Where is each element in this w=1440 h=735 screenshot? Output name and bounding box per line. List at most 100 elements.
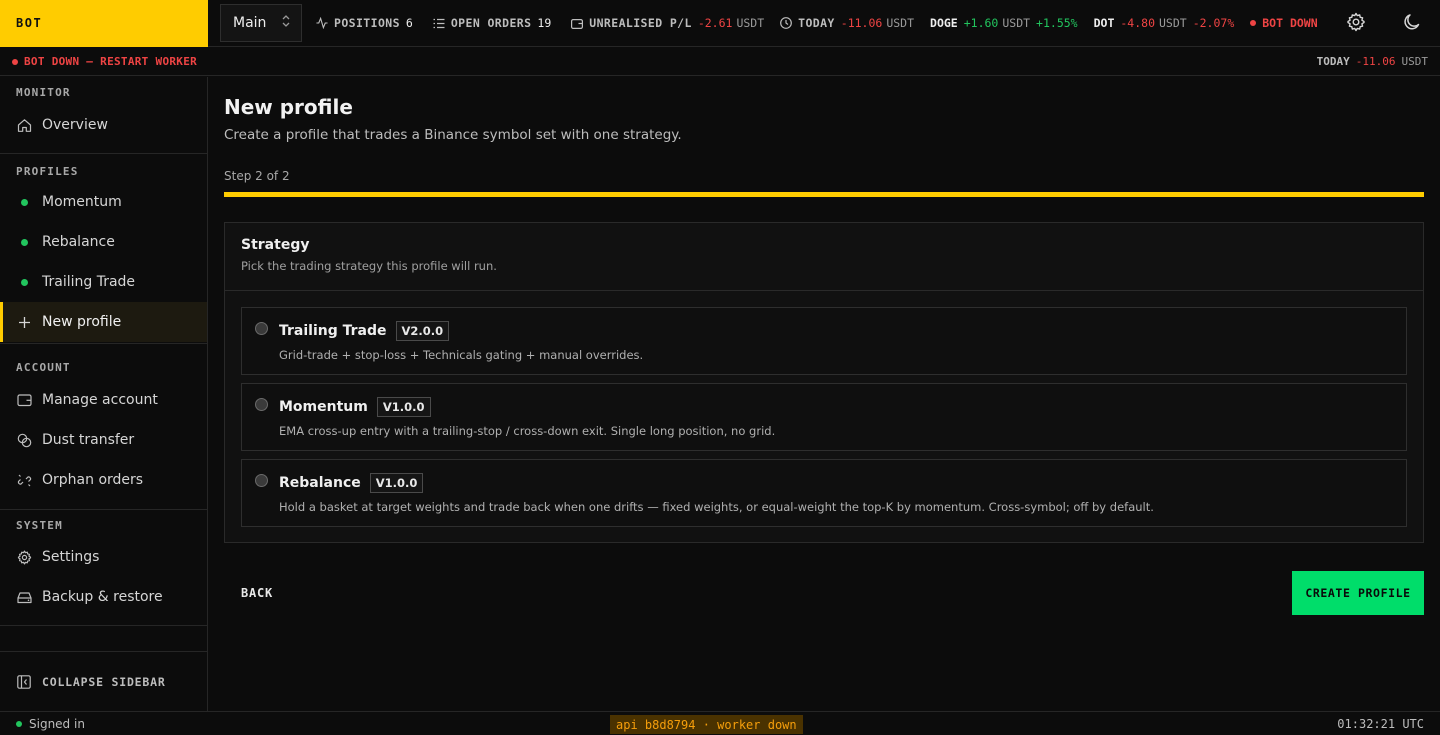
stat-today-label: TODAY (798, 16, 835, 30)
step-indicator: Step 2 of 2 (224, 169, 290, 183)
alert-dot-icon (12, 58, 18, 65)
strategy-option-description: EMA cross-up entry with a trailing-stop … (279, 424, 776, 438)
strategy-card-header: Strategy Pick the trading strategy this … (225, 223, 1423, 291)
sidebar-item-trailing-trade[interactable]: Trailing Trade (0, 262, 207, 302)
gear-icon (1346, 12, 1366, 36)
strategy-card-description: Pick the trading strategy this profile w… (241, 259, 497, 273)
restart-worker-alert[interactable]: BOT DOWN — RESTART WORKER (12, 55, 197, 68)
strategy-option-description: Hold a basket at target weights and trad… (279, 500, 1154, 514)
strategy-card: Strategy Pick the trading strategy this … (224, 222, 1424, 543)
section-title-system: SYSTEM (16, 519, 63, 532)
status-dot-icon (1250, 20, 1257, 26)
sidebar-item-label: Overview (42, 117, 108, 133)
divider (0, 153, 207, 154)
section-title-monitor: MONITOR (16, 86, 71, 99)
ticker-doge[interactable]: DOGE +1.60 USDT +1.55% (930, 16, 1078, 30)
status-dot-icon (16, 720, 22, 727)
sidebar-item-settings[interactable]: Settings (0, 537, 207, 577)
version-badge: V1.0.0 (369, 473, 424, 493)
status-dot-icon (16, 234, 32, 250)
sidebar: MONITOR Overview PROFILES Momentum Rebal… (0, 77, 208, 711)
ticker-dot[interactable]: DOT -4.80 USDT -2.07% (1094, 16, 1235, 30)
ticker-dot-value: -4.80 (1120, 16, 1155, 30)
theme-toggle-button[interactable] (1384, 0, 1440, 47)
stat-positions-value: 6 (405, 16, 413, 30)
sidebar-item-dust-transfer[interactable]: Dust transfer (0, 420, 207, 460)
alert-bar: BOT DOWN — RESTART WORKER TODAY -11.06 U… (0, 48, 1440, 76)
ticker-doge-unit: USDT (1002, 16, 1031, 30)
sidebar-item-manage-account[interactable]: Manage account (0, 380, 207, 420)
collapse-sidebar-label: COLLAPSE SIDEBAR (42, 674, 166, 689)
sidebar-collapse-icon (16, 674, 32, 690)
sidebar-item-label: Dust transfer (42, 432, 135, 448)
stat-today[interactable]: TODAY -11.06 USDT (780, 16, 914, 30)
sidebar-item-label: Trailing Trade (42, 274, 136, 290)
moon-icon (1402, 12, 1422, 36)
radio-button[interactable] (255, 398, 268, 411)
radio-button[interactable] (255, 322, 268, 335)
section-title-profiles: PROFILES (16, 165, 79, 178)
section-title-account: ACCOUNT (16, 361, 71, 374)
stat-open-orders[interactable]: OPEN ORDERS 19 (433, 16, 555, 30)
sidebar-item-overview[interactable]: Overview (0, 105, 207, 145)
strategy-option-momentum[interactable]: Momentum V1.0.0 EMA cross-up entry with … (241, 383, 1407, 451)
ticker-dot-symbol: DOT (1093, 16, 1115, 30)
plus-icon (16, 314, 32, 330)
version-badge: V1.0.0 (376, 397, 431, 417)
sidebar-item-label: New profile (42, 314, 122, 330)
stat-open-orders-label: OPEN ORDERS (450, 16, 532, 30)
stat-today-value: -11.06 (840, 16, 883, 30)
home-icon (16, 117, 32, 133)
gear-icon (16, 549, 32, 565)
coins-icon (16, 432, 32, 448)
bot-status[interactable]: BOT DOWN (1250, 16, 1318, 30)
sidebar-item-rebalance[interactable]: Rebalance (0, 222, 207, 262)
chevron-updown-icon (281, 14, 291, 32)
settings-button[interactable] (1328, 0, 1384, 47)
stat-today-unit: USDT (886, 16, 915, 30)
sidebar-item-label: Momentum (42, 194, 122, 210)
stat-positions[interactable]: POSITIONS 6 (316, 16, 417, 30)
sidebar-item-orphan-orders[interactable]: Orphan orders (0, 460, 207, 500)
strategy-option-name: Rebalance (279, 475, 361, 491)
stat-unrealised[interactable]: UNREALISED P/L -2.61 USDT (571, 16, 764, 30)
sidebar-item-label: Manage account (42, 392, 158, 408)
alert-message: BOT DOWN — RESTART WORKER (24, 55, 198, 68)
step-progress-fill (224, 192, 1424, 197)
stat-unrealised-value: -2.61 (697, 16, 733, 30)
top-actions (1328, 0, 1440, 47)
alert-today-label: TODAY (1316, 55, 1350, 68)
strategy-option-trailing-trade[interactable]: Trailing Trade V2.0.0 Grid-trade + stop-… (241, 307, 1407, 375)
sidebar-item-new-profile[interactable]: New profile (0, 302, 207, 342)
create-profile-button[interactable]: CREATE PROFILE (1292, 571, 1424, 615)
account-selector[interactable]: Main (220, 4, 302, 42)
status-dot-icon (16, 194, 32, 210)
collapse-sidebar-button[interactable]: COLLAPSE SIDEBAR (0, 651, 207, 711)
sidebar-item-label: Rebalance (42, 234, 115, 250)
sidebar-item-momentum[interactable]: Momentum (0, 182, 207, 222)
page-title: New profile (224, 95, 353, 119)
ticker-dot-pct: -2.07% (1192, 16, 1235, 30)
step-progress-bar (224, 192, 1424, 197)
list-icon (433, 17, 445, 29)
stat-positions-label: POSITIONS (334, 16, 400, 30)
stats-bar: POSITIONS 6 OPEN ORDERS 19 UNREALISED P/… (316, 16, 1334, 30)
strategy-option-name: Momentum (279, 399, 368, 415)
stat-unrealised-unit: USDT (736, 16, 765, 30)
ticker-doge-pct: +1.55% (1036, 16, 1078, 30)
back-button[interactable]: BACK (224, 582, 290, 604)
status-dot-icon (16, 274, 32, 290)
page-subtitle: Create a profile that trades a Binance s… (224, 127, 682, 143)
signed-in-label: Signed in (29, 716, 85, 731)
version-badge: V2.0.0 (395, 321, 450, 341)
divider (0, 509, 207, 510)
sidebar-item-backup-restore[interactable]: Backup & restore (0, 577, 207, 617)
wallet-icon (571, 17, 584, 29)
alert-today-unit: USDT (1401, 55, 1429, 68)
api-status-badge: api b8d8794 · worker down (610, 715, 803, 734)
brand-logo[interactable]: BOT (0, 0, 208, 47)
ticker-doge-value: +1.60 (963, 16, 999, 30)
sidebar-item-label: Backup & restore (42, 589, 163, 605)
strategy-option-rebalance[interactable]: Rebalance V1.0.0 Hold a basket at target… (241, 459, 1407, 527)
radio-button[interactable] (255, 474, 268, 487)
